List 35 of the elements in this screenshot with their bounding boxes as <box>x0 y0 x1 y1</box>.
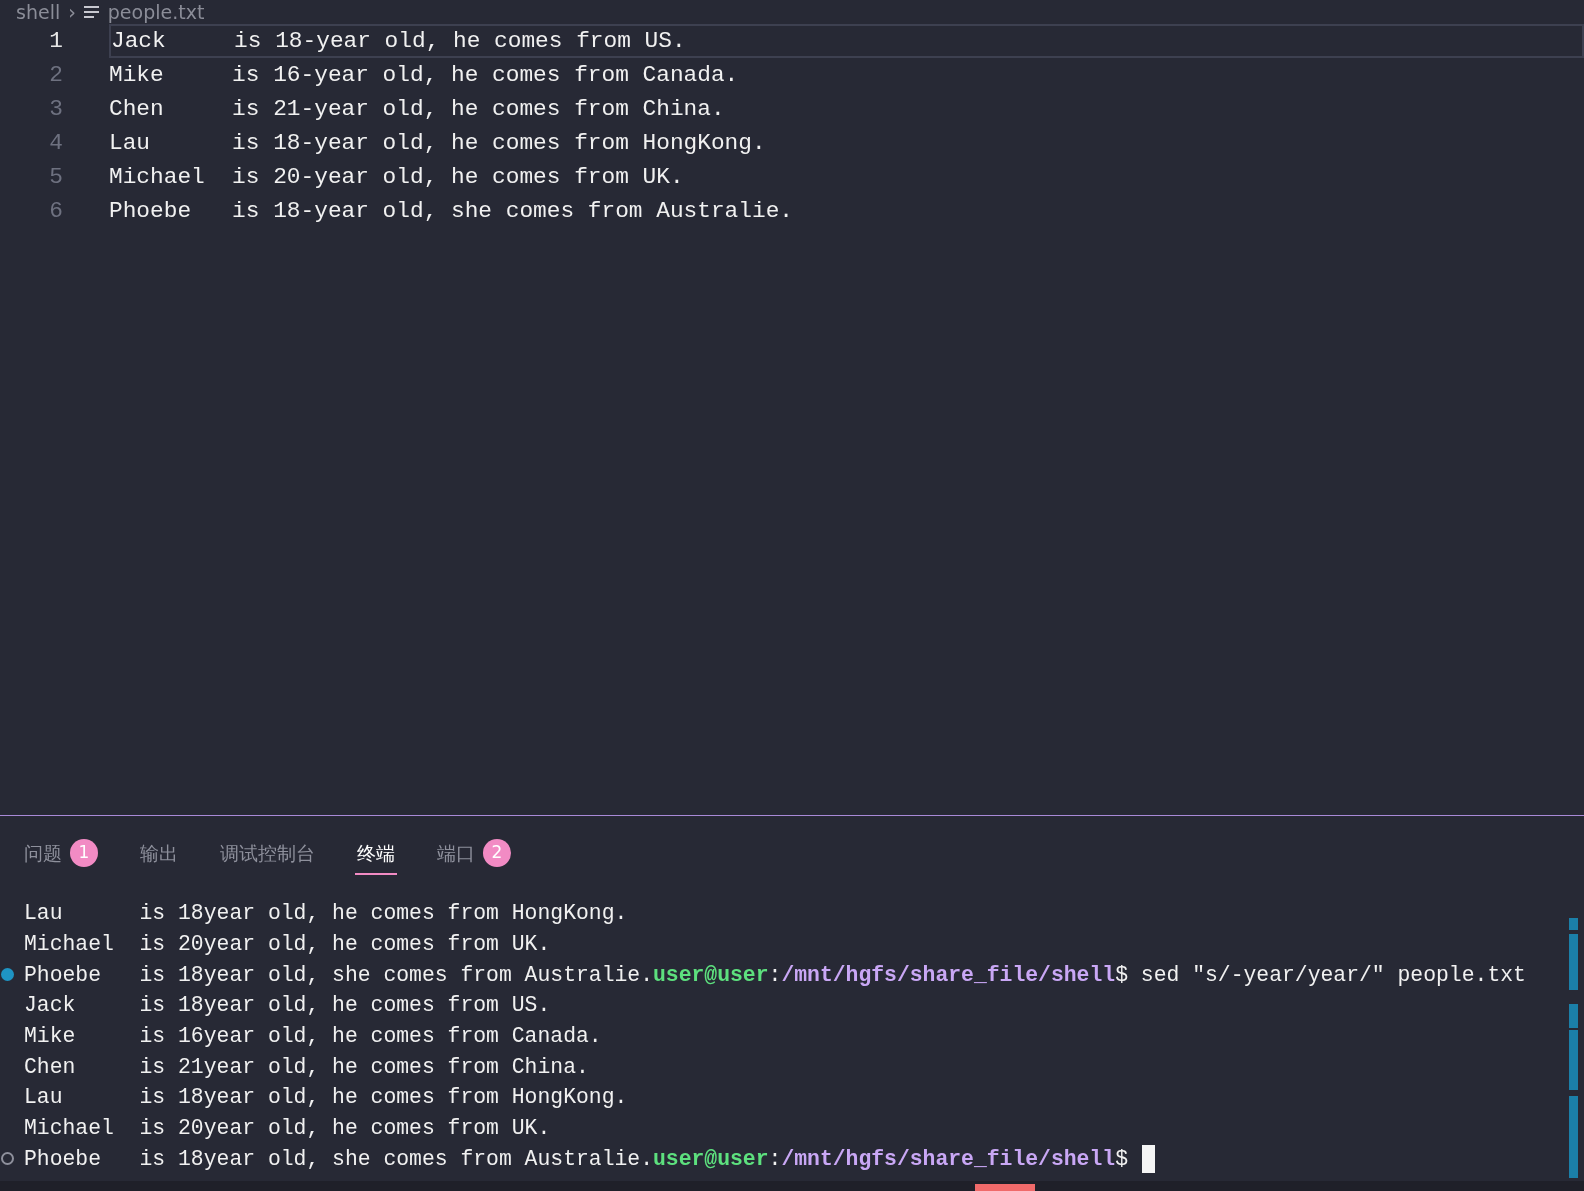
command-status-icon[interactable] <box>1 1152 14 1166</box>
status-indicator <box>975 1184 1035 1191</box>
count-badge: 2 <box>483 839 511 867</box>
breadcrumb-separator: › <box>68 1 76 23</box>
line-number: 4 <box>48 128 63 158</box>
breadcrumb-folder[interactable]: shell <box>16 1 61 23</box>
code-line: Phoebe is 18-year old, she comes from Australie. <box>109 196 794 226</box>
terminal-line: Chen is 21year old, he comes from China. <box>24 1053 589 1081</box>
line-number: 6 <box>48 196 63 226</box>
line-number: 5 <box>48 162 63 192</box>
code-line: Michael is 20-year old, he comes from UK. <box>109 162 684 192</box>
panel-tab[interactable]: 调试控制台 <box>218 832 317 876</box>
code-line: Lau is 18-year old, he comes from HongKong. <box>109 128 766 158</box>
count-badge: 1 <box>70 839 98 867</box>
code-line: Mike is 16-year old, he comes from Canada. <box>109 60 739 90</box>
line-number: 2 <box>48 60 63 90</box>
terminal-line: Phoebe is 18year old, she comes from Australie.user@user:/mnt/hgfs/share_file/shell$ <box>24 1145 1128 1173</box>
panel-tab[interactable]: 输出 <box>138 832 180 876</box>
command-status-icon[interactable] <box>1 968 14 982</box>
panel-tab[interactable]: 端口 2 <box>435 832 513 876</box>
terminal-line: Phoebe is 18year old, she comes from Australie.user@user:/mnt/hgfs/share_file/shell$ sed "s/-year/year/" people.txt <box>24 961 1526 989</box>
terminal-line: Jack is 18year old, he comes from US. <box>24 992 551 1020</box>
terminal-line: Mike is 16year old, he comes from Canada. <box>24 1023 602 1051</box>
terminal-line: Lau is 18year old, he comes from HongKong. <box>24 900 628 928</box>
panel-tab[interactable]: 问题 1 <box>22 832 100 876</box>
text-file-icon <box>83 5 100 19</box>
terminal-line: Michael is 20year old, he comes from UK. <box>24 1115 551 1143</box>
breadcrumb-file[interactable]: people.txt <box>107 1 205 23</box>
panel-tab[interactable]: 终端 <box>355 832 397 876</box>
code-line: Jack is 18-year old, he comes from US. <box>111 26 686 56</box>
terminal-line: Michael is 20year old, he comes from UK. <box>24 931 551 958</box>
terminal-line: Lau is 18year old, he comes from HongKong. <box>24 1084 628 1112</box>
code-line: Chen is 21-year old, he comes from China. <box>109 94 725 124</box>
line-number: 3 <box>48 94 63 124</box>
line-number: 1 <box>48 26 63 56</box>
